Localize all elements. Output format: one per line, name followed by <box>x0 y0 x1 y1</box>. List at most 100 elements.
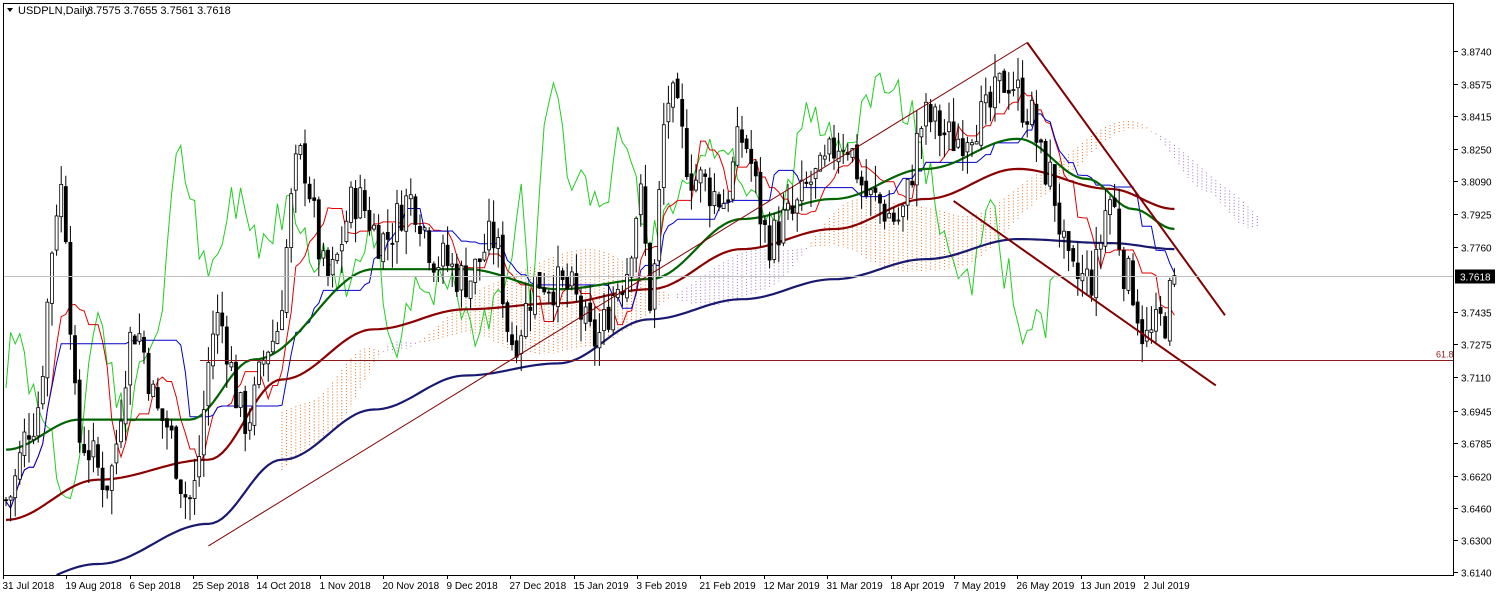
symbol-label: USDPLN,Daily <box>18 5 91 17</box>
candle-body <box>928 104 933 123</box>
candle-body <box>809 181 813 185</box>
candle-body <box>54 215 59 251</box>
candle-body <box>717 194 721 208</box>
candle <box>234 354 238 409</box>
y-tick-label: 3.8250 <box>1461 146 1492 157</box>
candle-body <box>229 362 234 368</box>
candle-body <box>422 227 427 231</box>
candle-body <box>215 312 220 336</box>
candle-body <box>280 310 284 331</box>
candle-body <box>891 212 896 222</box>
candle-body <box>500 234 505 305</box>
candle-body <box>970 142 974 146</box>
candle-body <box>960 138 965 157</box>
candle-body <box>63 186 68 243</box>
candle <box>349 181 353 229</box>
candle-body <box>183 494 188 498</box>
candle-body <box>436 267 441 271</box>
candle-body <box>560 270 565 280</box>
candle-body <box>887 213 892 219</box>
candle <box>648 241 652 314</box>
candle-body <box>298 145 303 155</box>
candle-body <box>505 302 510 332</box>
candle-body <box>703 173 708 177</box>
ohlc-values: 3.7575 3.7655 3.7561 3.7618 <box>87 5 231 17</box>
candle-body <box>109 465 114 491</box>
candle-body <box>519 335 524 355</box>
candle-body <box>698 169 703 184</box>
y-tick-label: 3.6300 <box>1461 537 1492 548</box>
candle-body <box>707 177 712 207</box>
candle-body <box>335 253 340 261</box>
candle-body <box>247 422 252 431</box>
x-tick-label: 6 Sep 2018 <box>130 581 182 592</box>
candle-body <box>326 249 330 278</box>
candle-body <box>864 180 869 197</box>
candle-body <box>8 496 13 501</box>
candle-body <box>804 181 809 184</box>
candle <box>174 425 179 480</box>
candle-body <box>238 392 243 409</box>
candle-body <box>1140 319 1145 345</box>
candle-body <box>243 390 248 434</box>
candle-body <box>1135 301 1140 324</box>
candle-body <box>349 186 353 223</box>
candle-body <box>31 435 36 441</box>
candle-body <box>344 220 349 242</box>
candle-body <box>634 217 639 259</box>
candle-body <box>211 333 215 367</box>
y-tick-label: 3.7435 <box>1461 309 1492 320</box>
candle-body <box>859 176 864 186</box>
candle-body <box>1057 202 1062 235</box>
x-tick-label: 13 Jun 2019 <box>1081 581 1136 592</box>
candle-body <box>146 352 151 395</box>
candle-body <box>1085 268 1089 278</box>
candle-body <box>979 101 984 146</box>
candle-body <box>638 183 643 216</box>
candle-body <box>735 126 740 166</box>
candle <box>1126 255 1131 295</box>
candle-body <box>841 149 846 152</box>
candle-body <box>537 271 542 289</box>
candle-body <box>1131 260 1135 306</box>
candle-body <box>602 309 606 332</box>
candle-body <box>878 194 882 204</box>
candle <box>1043 138 1048 186</box>
candle-body <box>390 242 395 245</box>
candle-body <box>270 340 275 353</box>
candle-body <box>1048 161 1053 187</box>
candle-body <box>91 440 96 458</box>
candle-body <box>381 233 386 263</box>
candle-body <box>1154 309 1158 332</box>
candle-body <box>316 199 321 260</box>
candle-body <box>362 190 367 212</box>
chart-header: USDPLN,Daily 3.7575 3.7655 3.7561 3.7618 <box>7 5 231 17</box>
y-tick-label: 3.8740 <box>1461 48 1492 59</box>
candle-body <box>284 247 289 313</box>
y-tick-label: 3.6945 <box>1461 408 1492 419</box>
candle-body <box>96 444 100 468</box>
candle-body <box>758 172 763 225</box>
y-tick-label: 3.7925 <box>1461 211 1492 222</box>
candle-body <box>220 312 225 327</box>
candle <box>1131 253 1135 307</box>
candle-body <box>1158 307 1163 314</box>
candle-body <box>132 335 137 345</box>
candle-body <box>753 161 758 177</box>
candle-body <box>50 252 54 304</box>
candle-body <box>873 187 878 193</box>
candle-body <box>1002 70 1007 93</box>
candle-body <box>730 161 735 200</box>
candle-body <box>454 263 459 292</box>
candle-body <box>491 221 496 249</box>
candle-body <box>684 128 689 178</box>
candle <box>1163 312 1168 340</box>
candle-body <box>441 242 445 267</box>
candle-body <box>1052 164 1057 206</box>
candle-body <box>82 444 87 454</box>
y-tick-label: 3.8090 <box>1461 178 1492 189</box>
candle-body <box>339 244 344 252</box>
candle-body <box>473 258 478 283</box>
x-tick-label: 14 Oct 2018 <box>257 581 312 592</box>
candle-body <box>546 291 551 294</box>
